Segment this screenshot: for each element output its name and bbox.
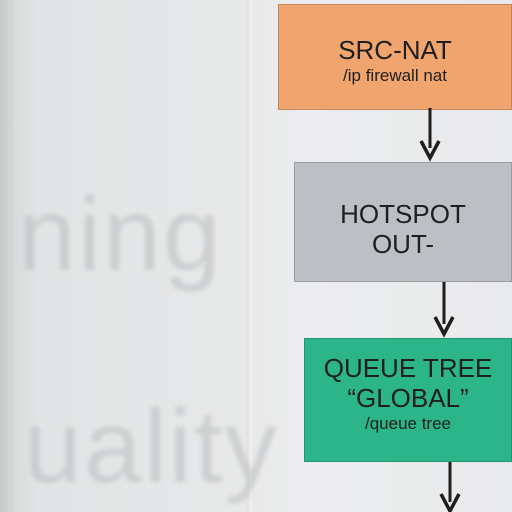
srcnat-title: SRC-NAT [338,35,452,65]
queue-subtitle: /queue tree [364,414,451,433]
arrow-down-icon [419,108,441,162]
hotspot-title-line2: OUT- [371,229,435,259]
queue-title-line2: “GLOBAL” [347,383,469,413]
hotspot-box: HOTSPOT OUT- [294,162,512,282]
background-ghost-text: ning [18,177,223,293]
queue-title-line1: QUEUE TREE [323,353,493,383]
srcnat-subtitle: /ip firewall nat [343,66,447,85]
background-ghost-text: uality [24,389,279,505]
queue-tree-box: QUEUE TREE “GLOBAL” /queue tree [304,338,512,462]
arrow-down-icon [433,282,455,338]
hotspot-title-line1: HOTSPOT [340,199,466,229]
diagram-photo: ning uality SRC-NAT /ip firewall nat HOT… [0,0,512,512]
srcnat-box: SRC-NAT /ip firewall nat [278,4,512,110]
left-edge-strip [0,0,14,512]
arrow-down-icon [439,462,461,512]
